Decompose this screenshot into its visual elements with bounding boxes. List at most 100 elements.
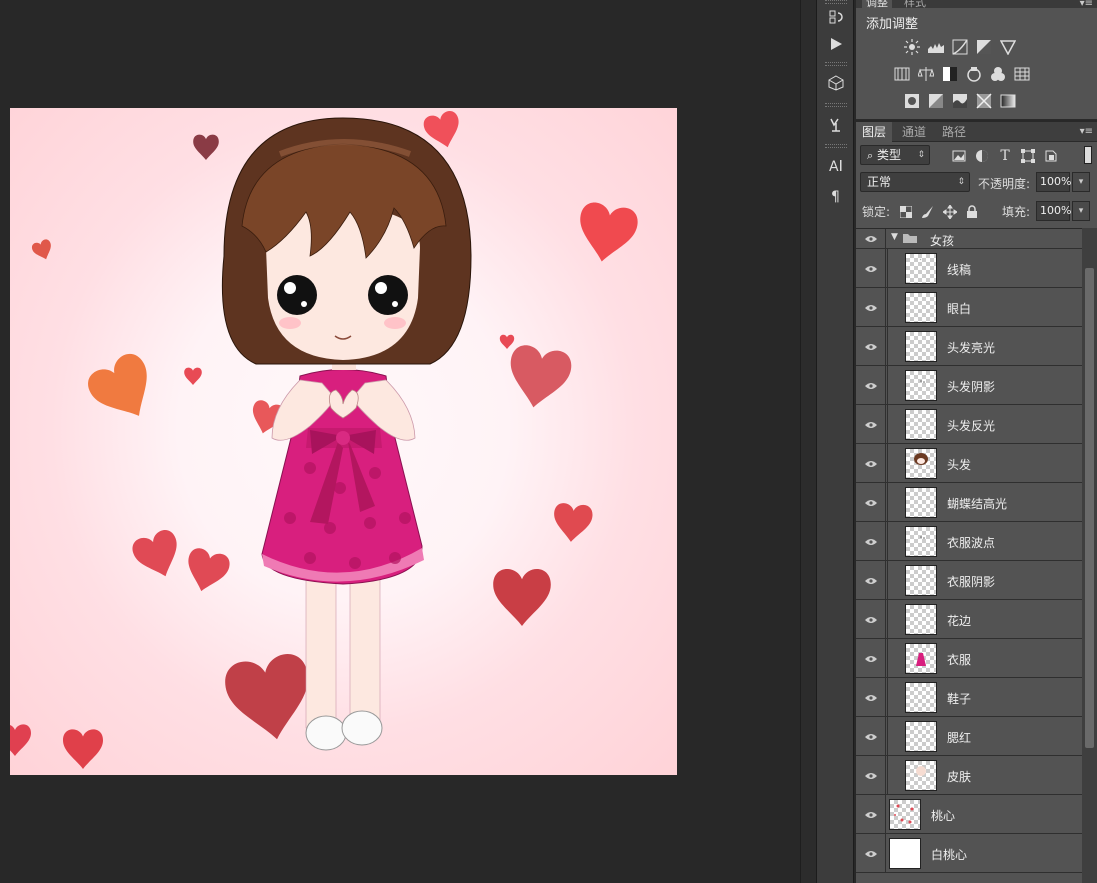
type-filter-icon[interactable]: T bbox=[997, 148, 1013, 164]
eye-visibility-icon[interactable] bbox=[856, 327, 886, 366]
eye-visibility-icon[interactable] bbox=[856, 405, 886, 444]
layer-group-row[interactable]: ▼ 女孩 bbox=[856, 229, 1082, 249]
dock-grip[interactable] bbox=[825, 62, 847, 66]
color-lookup-icon[interactable] bbox=[1012, 64, 1032, 84]
panel-menu-icon[interactable]: ▾≡ bbox=[1080, 0, 1093, 9]
character-icon[interactable]: A bbox=[825, 154, 847, 176]
layer-list[interactable]: ▼ 女孩 线稿 眼白 头发亮光 头发阴影 头发反光 头发 蝴蝶结高光 衣服波点 衣服阴影 花边 衣服… bbox=[856, 228, 1082, 883]
blend-mode-select[interactable]: 正常 ⇕ bbox=[860, 172, 970, 192]
tool-presets-icon[interactable] bbox=[825, 114, 847, 136]
eye-visibility-icon[interactable] bbox=[856, 249, 886, 288]
layer-thumbnail[interactable] bbox=[905, 331, 937, 362]
opacity-input[interactable]: 100% bbox=[1036, 172, 1071, 192]
layer-row[interactable]: 头发 bbox=[856, 444, 1082, 483]
tab-channels[interactable]: 通道 bbox=[896, 122, 932, 142]
filter-toggle[interactable] bbox=[1084, 146, 1092, 164]
layer-thumbnail[interactable] bbox=[905, 604, 937, 635]
layer-thumbnail[interactable] bbox=[905, 526, 937, 557]
layer-row[interactable]: 腮红 bbox=[856, 717, 1082, 756]
scrollbar-thumb[interactable] bbox=[1085, 268, 1094, 748]
shape-filter-icon[interactable] bbox=[1020, 148, 1036, 164]
selective-color-icon[interactable] bbox=[974, 91, 994, 111]
vibrance-icon[interactable] bbox=[998, 37, 1018, 57]
layer-row[interactable]: 线稿 bbox=[856, 249, 1082, 288]
eye-visibility-icon[interactable] bbox=[856, 600, 886, 639]
hue-saturation-icon[interactable] bbox=[892, 64, 912, 84]
actions-play-icon[interactable] bbox=[825, 33, 847, 55]
layer-row[interactable]: 头发反光 bbox=[856, 405, 1082, 444]
layer-filter-select[interactable]: ⌕ 类型 ⇕ bbox=[860, 145, 930, 165]
history-icon[interactable] bbox=[825, 6, 847, 28]
lock-brush-icon[interactable] bbox=[921, 205, 935, 219]
artboard[interactable] bbox=[10, 108, 677, 775]
layer-thumbnail[interactable] bbox=[905, 370, 937, 401]
black-white-icon[interactable] bbox=[940, 64, 960, 84]
eye-visibility-icon[interactable] bbox=[856, 639, 886, 678]
eye-visibility-icon[interactable] bbox=[856, 561, 886, 600]
adjustment-filter-icon[interactable] bbox=[974, 148, 990, 164]
eye-visibility-icon[interactable] bbox=[856, 483, 886, 522]
tab-paths[interactable]: 路径 bbox=[936, 122, 972, 142]
levels-icon[interactable] bbox=[926, 37, 946, 57]
eye-visibility-icon[interactable] bbox=[856, 229, 886, 249]
tab-styles[interactable]: 样式 bbox=[900, 0, 930, 10]
layer-row[interactable]: 花边 bbox=[856, 600, 1082, 639]
lock-transparent-icon[interactable] bbox=[899, 205, 913, 219]
layer-thumbnail[interactable] bbox=[905, 682, 937, 713]
layer-row[interactable]: 白桃心 bbox=[856, 834, 1082, 873]
document-canvas-area[interactable] bbox=[0, 0, 800, 883]
channel-mixer-icon[interactable] bbox=[988, 64, 1008, 84]
fill-dropdown-icon[interactable]: ▾ bbox=[1072, 201, 1090, 221]
layer-thumbnail[interactable] bbox=[905, 253, 937, 284]
layer-thumbnail[interactable] bbox=[889, 799, 921, 830]
layer-row[interactable]: 桃心 bbox=[856, 795, 1082, 834]
invert-icon[interactable] bbox=[902, 91, 922, 111]
eye-visibility-icon[interactable] bbox=[856, 444, 886, 483]
layer-row[interactable]: 皮肤 bbox=[856, 756, 1082, 795]
expand-arrow-icon[interactable]: ▼ bbox=[891, 232, 898, 242]
layer-thumbnail[interactable] bbox=[905, 643, 937, 674]
eye-visibility-icon[interactable] bbox=[856, 834, 886, 873]
layer-row[interactable]: 鞋子 bbox=[856, 678, 1082, 717]
threshold-icon[interactable] bbox=[950, 91, 970, 111]
layer-thumbnail[interactable] bbox=[905, 565, 937, 596]
posterize-icon[interactable] bbox=[926, 91, 946, 111]
dock-grip[interactable] bbox=[825, 0, 847, 4]
paragraph-icon[interactable]: ¶ bbox=[825, 184, 847, 206]
layer-row[interactable]: 衣服波点 bbox=[856, 522, 1082, 561]
layer-thumbnail[interactable] bbox=[905, 487, 937, 518]
photo-filter-icon[interactable] bbox=[964, 64, 984, 84]
color-balance-icon[interactable] bbox=[916, 64, 936, 84]
layer-thumbnail[interactable] bbox=[905, 721, 937, 752]
layer-thumbnail[interactable] bbox=[905, 292, 937, 323]
layer-row[interactable]: 头发阴影 bbox=[856, 366, 1082, 405]
layer-thumbnail[interactable] bbox=[905, 448, 937, 479]
eye-visibility-icon[interactable] bbox=[856, 756, 886, 795]
eye-visibility-icon[interactable] bbox=[856, 288, 886, 327]
layer-row[interactable]: 头发亮光 bbox=[856, 327, 1082, 366]
tab-layers[interactable]: 图层 bbox=[856, 122, 893, 142]
layer-thumbnail[interactable] bbox=[905, 760, 937, 791]
exposure-icon[interactable] bbox=[974, 37, 994, 57]
pixel-filter-icon[interactable] bbox=[951, 148, 967, 164]
gradient-map-icon[interactable] bbox=[998, 91, 1018, 111]
dock-grip[interactable] bbox=[825, 103, 847, 107]
smart-object-filter-icon[interactable] bbox=[1043, 148, 1059, 164]
eye-visibility-icon[interactable] bbox=[856, 678, 886, 717]
eye-visibility-icon[interactable] bbox=[856, 366, 886, 405]
eye-visibility-icon[interactable] bbox=[856, 717, 886, 756]
layers-scrollbar[interactable] bbox=[1082, 228, 1097, 883]
dock-grip[interactable] bbox=[825, 144, 847, 148]
opacity-dropdown-icon[interactable]: ▾ bbox=[1072, 172, 1090, 192]
lock-all-icon[interactable] bbox=[965, 205, 979, 219]
fill-input[interactable]: 100% bbox=[1036, 201, 1071, 221]
3d-cube-icon[interactable] bbox=[825, 72, 847, 94]
tab-adjustments[interactable]: 调整 bbox=[862, 0, 892, 10]
layer-thumbnail[interactable] bbox=[889, 838, 921, 869]
layer-row[interactable]: 眼白 bbox=[856, 288, 1082, 327]
eye-visibility-icon[interactable] bbox=[856, 522, 886, 561]
layer-thumbnail[interactable] bbox=[905, 409, 937, 440]
layer-row[interactable]: 蝴蝶结高光 bbox=[856, 483, 1082, 522]
brightness-contrast-icon[interactable] bbox=[902, 37, 922, 57]
eye-visibility-icon[interactable] bbox=[856, 795, 886, 834]
